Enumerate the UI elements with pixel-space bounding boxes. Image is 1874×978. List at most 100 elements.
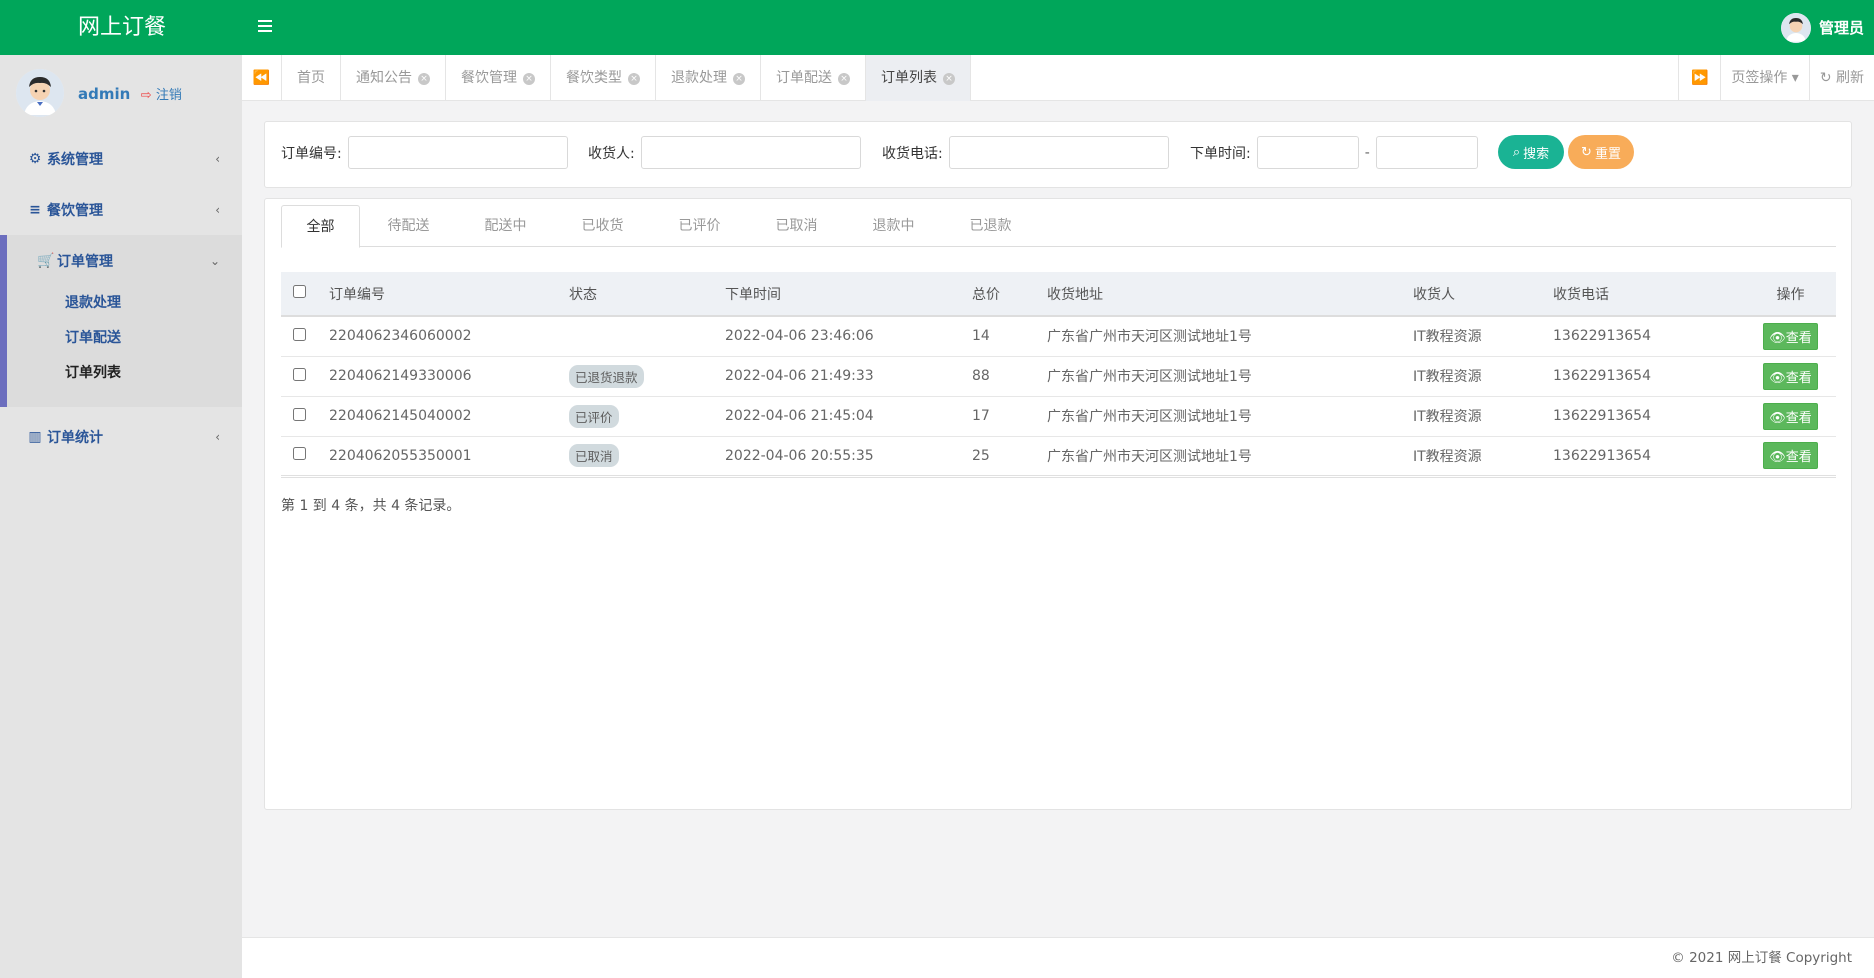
sidebar-item-orders[interactable]: 🛒 订单管理 ⌄: [7, 235, 242, 286]
sidebar-item-label: 餐饮管理: [47, 202, 103, 219]
status-tab-delivering[interactable]: 配送中: [457, 205, 554, 247]
select-all-checkbox[interactable]: [293, 285, 306, 298]
close-icon[interactable]: ×: [523, 73, 535, 85]
col-address[interactable]: 收货地址: [1047, 272, 1413, 317]
col-phone[interactable]: 收货电话: [1553, 272, 1745, 317]
tab-order-list[interactable]: 订单列表 ×: [866, 55, 971, 101]
tab-catering[interactable]: 餐饮管理 ×: [446, 55, 551, 101]
sidebar-subitem-delivery[interactable]: 订单配送: [7, 321, 242, 356]
col-status[interactable]: 状态: [569, 272, 725, 317]
status-badge: 已评价: [569, 404, 619, 428]
logout-link[interactable]: ⇨ 注销: [141, 88, 182, 103]
user-label: 管理员: [1818, 19, 1864, 37]
receiver-filter: 收货人:: [588, 136, 861, 169]
cell-time: 2022-04-06 21:49:33: [725, 356, 972, 397]
sidebar-subitem-refund[interactable]: 退款处理: [7, 286, 242, 321]
status-tab-all[interactable]: 全部: [281, 205, 360, 248]
phone-input[interactable]: [948, 136, 1169, 169]
sidebar-item-label: 系统管理: [47, 151, 103, 168]
tab-home[interactable]: 首页: [282, 55, 341, 101]
eye-icon: 👁: [1769, 330, 1786, 346]
close-icon[interactable]: ×: [418, 73, 430, 85]
order-no-filter: 订单编号:: [281, 136, 568, 169]
cell-total: 25: [972, 436, 1047, 478]
tab-delivery[interactable]: 订单配送 ×: [761, 55, 866, 101]
avatar: [16, 69, 64, 117]
sidebar-item-catering[interactable]: ≡ 餐饮管理 ‹: [0, 184, 242, 235]
tab-label: 订单列表: [881, 70, 937, 86]
status-tab-pending[interactable]: 待配送: [360, 205, 457, 247]
orders-table: 订单编号 状态 下单时间 总价 收货地址 收货人 收货电话 操作 2204062…: [281, 272, 1836, 478]
bar-chart-icon: ▥: [28, 428, 42, 445]
time-filter: 下单时间: -: [1190, 136, 1478, 169]
col-total[interactable]: 总价: [972, 272, 1047, 317]
cell-total: 88: [972, 356, 1047, 397]
cell-order-no: 2204062145040002: [329, 396, 569, 437]
view-button[interactable]: 👁查看: [1763, 362, 1818, 390]
menu-toggle-icon[interactable]: [256, 17, 276, 37]
eye-icon: 👁: [1769, 410, 1786, 426]
row-checkbox[interactable]: [293, 447, 306, 460]
receiver-label: 收货人:: [588, 145, 635, 162]
tab-label: 退款处理: [671, 70, 727, 86]
end-time-input[interactable]: [1375, 136, 1478, 169]
tabs-scroll-left-icon[interactable]: ⏪: [242, 55, 282, 101]
start-time-input[interactable]: [1256, 136, 1359, 169]
search-button[interactable]: ⌕ 搜索: [1498, 135, 1564, 169]
tab-label: 通知公告: [356, 70, 412, 86]
tab-catering-type[interactable]: 餐饮类型 ×: [551, 55, 656, 101]
close-icon[interactable]: ×: [943, 73, 955, 85]
col-order-no[interactable]: 订单编号: [329, 272, 569, 317]
orders-panel: 全部 待配送 配送中 已收货 已评价 已取消 退款中 已退款 订单编号 状态 下…: [264, 198, 1852, 810]
close-icon[interactable]: ×: [628, 73, 640, 85]
cell-receiver: IT教程资源: [1413, 356, 1553, 397]
row-checkbox[interactable]: [293, 367, 306, 381]
reset-icon: ↻: [1581, 144, 1592, 160]
reset-button-label: 重置: [1594, 146, 1621, 162]
col-receiver[interactable]: 收货人: [1413, 272, 1553, 317]
tab-label: 餐饮管理: [461, 70, 517, 86]
sidebar-subitem-order-list[interactable]: 订单列表: [7, 356, 242, 391]
tabs-scroll-right-icon[interactable]: ⏩: [1678, 55, 1720, 101]
tab-label: 餐饮类型: [566, 70, 622, 86]
chevron-left-icon: ‹: [215, 429, 220, 444]
cell-address: 广东省广州市天河区测试地址1号: [1047, 316, 1413, 357]
row-checkbox[interactable]: [293, 327, 306, 341]
logout-icon: ⇨: [140, 87, 152, 103]
status-tab-reviewed[interactable]: 已评价: [651, 205, 748, 247]
cell-address: 广东省广州市天河区测试地址1号: [1047, 356, 1413, 397]
status-tab-cancelled[interactable]: 已取消: [748, 205, 845, 247]
view-button[interactable]: 👁查看: [1763, 442, 1818, 469]
status-badge: 已取消: [569, 444, 619, 467]
page-ops-dropdown[interactable]: 页签操作 ▾: [1720, 55, 1808, 101]
receiver-input[interactable]: [640, 136, 861, 169]
refresh-label: 刷新: [1836, 70, 1864, 86]
user-profile: admin ⇨ 注销: [0, 55, 242, 131]
close-icon[interactable]: ×: [838, 73, 850, 85]
tab-label: 首页: [297, 70, 325, 86]
status-tab-refunded[interactable]: 已退款: [942, 205, 1039, 247]
refresh-button[interactable]: ↻ 刷新: [1808, 55, 1874, 101]
col-time[interactable]: 下单时间: [725, 272, 972, 317]
user-menu[interactable]: 管理员: [1780, 0, 1864, 55]
close-icon[interactable]: ×: [733, 73, 745, 85]
view-button-label: 查看: [1785, 450, 1812, 465]
sidebar-item-stats[interactable]: ▥ 订单统计 ‹: [0, 411, 242, 462]
tab-notice[interactable]: 通知公告 ×: [341, 55, 446, 101]
sidebar-item-system[interactable]: ⚙ 系统管理 ‹: [0, 133, 242, 184]
phone-label: 收货电话:: [882, 145, 943, 162]
view-button[interactable]: 👁查看: [1763, 402, 1818, 430]
tab-refund[interactable]: 退款处理 ×: [656, 55, 761, 101]
status-tab-refunding[interactable]: 退款中: [845, 205, 942, 247]
time-label: 下单时间:: [1190, 145, 1251, 162]
col-actions: 操作: [1745, 272, 1836, 317]
cell-receiver: IT教程资源: [1413, 436, 1553, 478]
view-button-label: 查看: [1785, 330, 1812, 346]
status-tab-received[interactable]: 已收货: [554, 205, 651, 247]
eye-icon: 👁: [1769, 370, 1786, 386]
reset-button[interactable]: ↻ 重置: [1568, 135, 1634, 169]
cell-total: 14: [972, 316, 1047, 357]
view-button[interactable]: 👁查看: [1763, 322, 1818, 350]
row-checkbox[interactable]: [293, 407, 306, 421]
order-no-input[interactable]: [347, 136, 568, 169]
